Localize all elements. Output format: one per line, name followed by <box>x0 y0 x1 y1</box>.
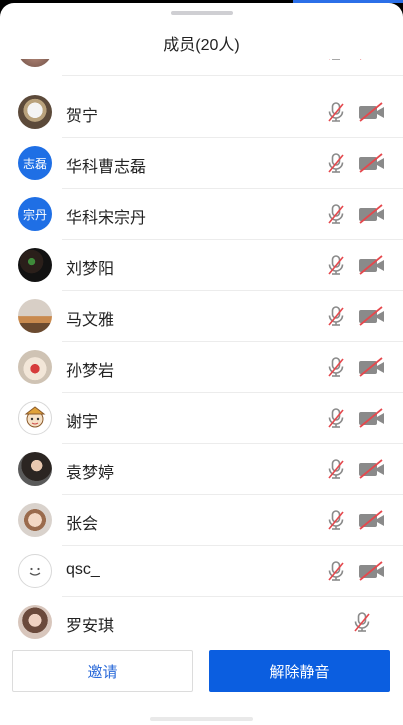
member-avatar <box>18 95 52 129</box>
member-name: 张会 <box>66 516 99 533</box>
panel-title: 成员(20人) <box>163 37 240 54</box>
member-name: 孙梦岩 <box>66 363 115 380</box>
member-row[interactable]: 马文雅 <box>0 291 403 342</box>
member-row[interactable]: 宗丹 华科宋宗丹 <box>0 189 403 240</box>
member-row[interactable]: 罗安琪 <box>0 597 403 639</box>
camera-off-icon[interactable] <box>358 102 386 122</box>
member-row[interactable]: 袁梦婷 <box>0 444 403 495</box>
home-indicator <box>150 717 253 721</box>
unmute-button[interactable]: 解除静音 <box>209 650 390 692</box>
member-avatar: 宗丹 <box>18 197 52 231</box>
member-avatar <box>18 452 52 486</box>
mic-muted-icon[interactable] <box>324 100 348 124</box>
row-divider <box>62 75 403 76</box>
member-avatar <box>18 554 52 588</box>
member-avatar <box>18 401 52 435</box>
camera-off-icon[interactable] <box>358 255 386 275</box>
mic-muted-icon[interactable] <box>324 151 348 175</box>
drag-handle[interactable] <box>171 11 233 15</box>
member-name: 华科曹志磊 <box>66 159 147 176</box>
camera-off-icon[interactable] <box>358 510 386 530</box>
camera-off-icon[interactable] <box>358 357 386 377</box>
member-name: 袁梦婷 <box>66 465 115 482</box>
camera-off-icon[interactable] <box>358 59 386 60</box>
member-name: qsc_ <box>66 561 100 578</box>
member-avatar <box>18 605 52 639</box>
mic-muted-icon[interactable] <box>324 559 348 583</box>
member-name: 罗安琪 <box>66 618 115 635</box>
mic-muted-icon[interactable] <box>324 59 348 62</box>
mic-muted-icon[interactable] <box>324 253 348 277</box>
member-avatar <box>18 248 52 282</box>
member-name: 谢宇 <box>66 414 99 431</box>
mic-muted-icon[interactable] <box>324 202 348 226</box>
camera-off-icon[interactable] <box>358 306 386 326</box>
member-row[interactable]: 谢宇 <box>0 393 403 444</box>
mic-muted-icon[interactable] <box>324 508 348 532</box>
member-row[interactable] <box>0 59 403 76</box>
smiley-icon <box>29 567 41 576</box>
member-avatar <box>18 299 52 333</box>
member-avatar <box>18 350 52 384</box>
member-row[interactable]: 志磊 华科曹志磊 <box>0 138 403 189</box>
member-avatar: 志磊 <box>18 146 52 180</box>
camera-off-icon[interactable] <box>358 204 386 224</box>
member-row[interactable]: 孙梦岩 <box>0 342 403 393</box>
mic-muted-icon[interactable] <box>324 355 348 379</box>
camera-off-icon[interactable] <box>358 153 386 173</box>
mic-muted-icon[interactable] <box>324 406 348 430</box>
invite-button[interactable]: 邀请 <box>12 650 193 692</box>
member-name: 贺宁 <box>66 108 99 125</box>
member-row[interactable]: 刘梦阳 <box>0 240 403 291</box>
bottom-actions: 邀请 解除静音 <box>0 639 403 725</box>
member-row[interactable]: 贺宁 <box>0 87 403 138</box>
member-name: 刘梦阳 <box>66 261 115 278</box>
camera-off-icon[interactable] <box>358 561 386 581</box>
member-row[interactable]: qsc_ <box>0 546 403 597</box>
member-row[interactable]: 张会 <box>0 495 403 546</box>
camera-off-icon[interactable] <box>358 408 386 428</box>
mic-muted-icon[interactable] <box>324 304 348 328</box>
camera-off-icon[interactable] <box>358 459 386 479</box>
members-panel: 成员(20人) 贺宁 志磊 华科曹志磊 宗丹 华科宋宗丹 刘梦阳 马文雅 孙梦岩… <box>0 3 403 725</box>
cartoon-avatar-icon <box>24 406 46 428</box>
member-avatar <box>18 503 52 537</box>
member-list[interactable]: 贺宁 志磊 华科曹志磊 宗丹 华科宋宗丹 刘梦阳 马文雅 孙梦岩 谢宇 袁梦婷 … <box>0 59 403 639</box>
mic-muted-icon[interactable] <box>350 610 374 634</box>
mic-muted-icon[interactable] <box>324 457 348 481</box>
member-avatar <box>18 59 52 67</box>
member-name: 华科宋宗丹 <box>66 210 147 227</box>
member-name: 马文雅 <box>66 312 115 329</box>
